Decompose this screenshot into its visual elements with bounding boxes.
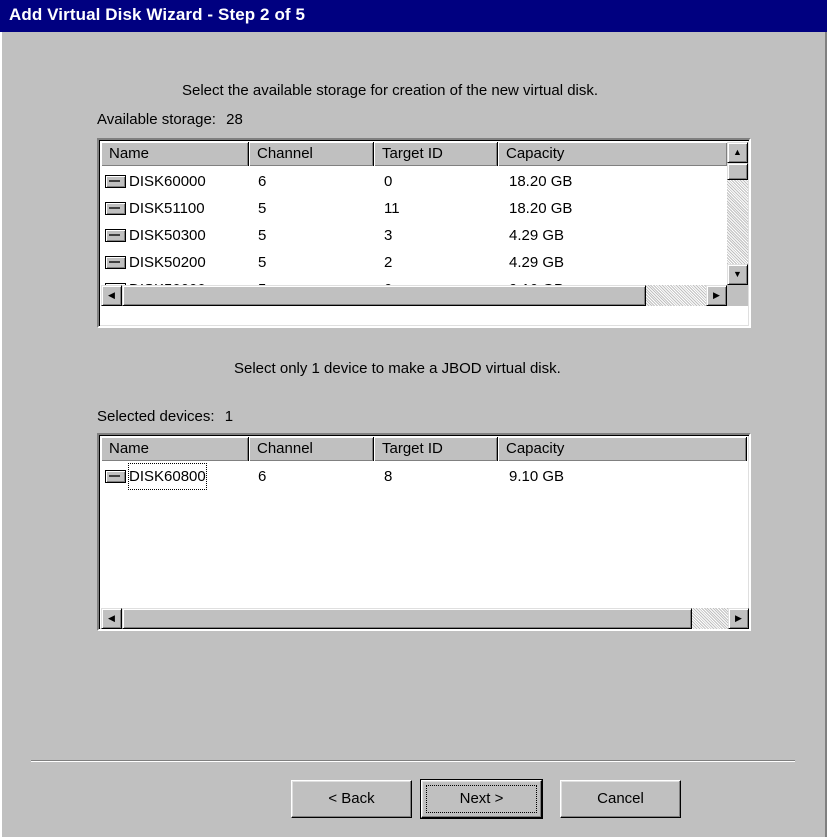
window-title: Add Virtual Disk Wizard - Step 2 of 5 — [9, 5, 306, 24]
title-bar: Add Virtual Disk Wizard - Step 2 of 5 — [0, 0, 827, 32]
left-arrow-icon[interactable]: ◀ — [101, 608, 122, 629]
disk-capacity: 4.29 GB — [509, 254, 565, 271]
col-target-header[interactable]: Target ID — [374, 437, 498, 461]
cancel-button[interactable]: Cancel — [560, 780, 681, 818]
disk-channel: 5 — [258, 227, 267, 244]
disk-drive-icon — [105, 470, 126, 483]
next-button[interactable]: Next > — [420, 779, 543, 819]
available-storage-list[interactable]: Name Channel Target ID Capacity DISK6000… — [97, 138, 751, 328]
list-item[interactable]: DISK50200 5 2 4.29 GB — [101, 249, 725, 276]
col-channel-header[interactable]: Channel — [249, 142, 374, 166]
disk-name: DISK50200 — [129, 254, 206, 271]
disk-name: DISK60800 — [128, 463, 207, 490]
back-button[interactable]: < Back — [291, 780, 412, 818]
scroll-corner — [727, 285, 748, 306]
scroll-thumb[interactable] — [122, 285, 646, 306]
instruction-middle: Select only 1 device to make a JBOD virt… — [234, 360, 561, 377]
selected-devices-label-text: Selected devices: — [97, 408, 215, 425]
left-arrow-icon[interactable]: ◀ — [101, 285, 122, 306]
horizontal-scrollbar[interactable]: ◀ ▶ — [101, 285, 727, 306]
disk-target: 0 — [384, 173, 393, 190]
disk-channel: 6 — [258, 468, 267, 485]
vertical-scrollbar[interactable]: ▲ ▼ — [727, 142, 748, 285]
disk-capacity: 9.10 GB — [509, 468, 565, 485]
disk-capacity: 18.20 GB — [509, 200, 573, 217]
up-arrow-icon[interactable]: ▲ — [727, 142, 748, 163]
disk-name: DISK60000 — [129, 173, 206, 190]
button-separator — [31, 760, 795, 762]
list-item[interactable]: DISK60000 6 0 18.20 GB — [101, 168, 725, 195]
list-item[interactable]: DISK51100 5 11 18.20 GB — [101, 195, 725, 222]
disk-capacity: 18.20 GB — [509, 173, 573, 190]
disk-target: 8 — [384, 468, 393, 485]
next-button-label: Next > — [459, 790, 504, 807]
disk-capacity: 4.29 GB — [509, 227, 565, 244]
disk-target: 3 — [384, 227, 393, 244]
selected-devices-count: 1 — [224, 408, 234, 425]
col-name-header[interactable]: Name — [101, 437, 249, 461]
right-arrow-icon[interactable]: ▶ — [706, 285, 727, 306]
disk-channel: 6 — [258, 173, 267, 190]
col-capacity-header[interactable]: Capacity — [498, 142, 728, 166]
disk-channel: 5 — [258, 254, 267, 271]
list-item[interactable]: DISK60800 6 8 9.10 GB — [101, 463, 749, 490]
instruction-top: Select the available storage for creatio… — [182, 82, 599, 99]
selected-header: Name Channel Target ID Capacity — [101, 437, 747, 461]
scroll-thumb[interactable] — [122, 608, 692, 629]
available-storage-count: 28 — [226, 111, 243, 128]
available-header: Name Channel Target ID Capacity — [101, 142, 728, 166]
selected-devices-label: Selected devices: 1 — [97, 408, 233, 425]
col-channel-header[interactable]: Channel — [249, 437, 374, 461]
col-capacity-header[interactable]: Capacity — [498, 437, 747, 461]
disk-name: DISK51100 — [129, 200, 205, 217]
disk-drive-icon — [105, 229, 126, 242]
disk-target: 2 — [384, 254, 393, 271]
right-arrow-icon[interactable]: ▶ — [728, 608, 749, 629]
disk-channel: 5 — [258, 200, 267, 217]
disk-drive-icon — [105, 202, 126, 215]
disk-target: 11 — [384, 200, 400, 217]
col-name-header[interactable]: Name — [101, 142, 249, 166]
down-arrow-icon[interactable]: ▼ — [727, 264, 748, 285]
list-item[interactable]: DISK50300 5 3 4.29 GB — [101, 222, 725, 249]
disk-drive-icon — [105, 256, 126, 269]
horizontal-scrollbar[interactable]: ◀ ▶ — [101, 608, 749, 629]
disk-name: DISK50300 — [129, 227, 206, 244]
available-storage-label: Available storage: 28 — [97, 111, 243, 128]
scroll-thumb[interactable] — [727, 163, 748, 180]
col-target-header[interactable]: Target ID — [374, 142, 498, 166]
disk-drive-icon — [105, 175, 126, 188]
available-storage-label-text: Available storage: — [97, 111, 216, 128]
selected-devices-list[interactable]: Name Channel Target ID Capacity DISK6080… — [97, 433, 751, 631]
